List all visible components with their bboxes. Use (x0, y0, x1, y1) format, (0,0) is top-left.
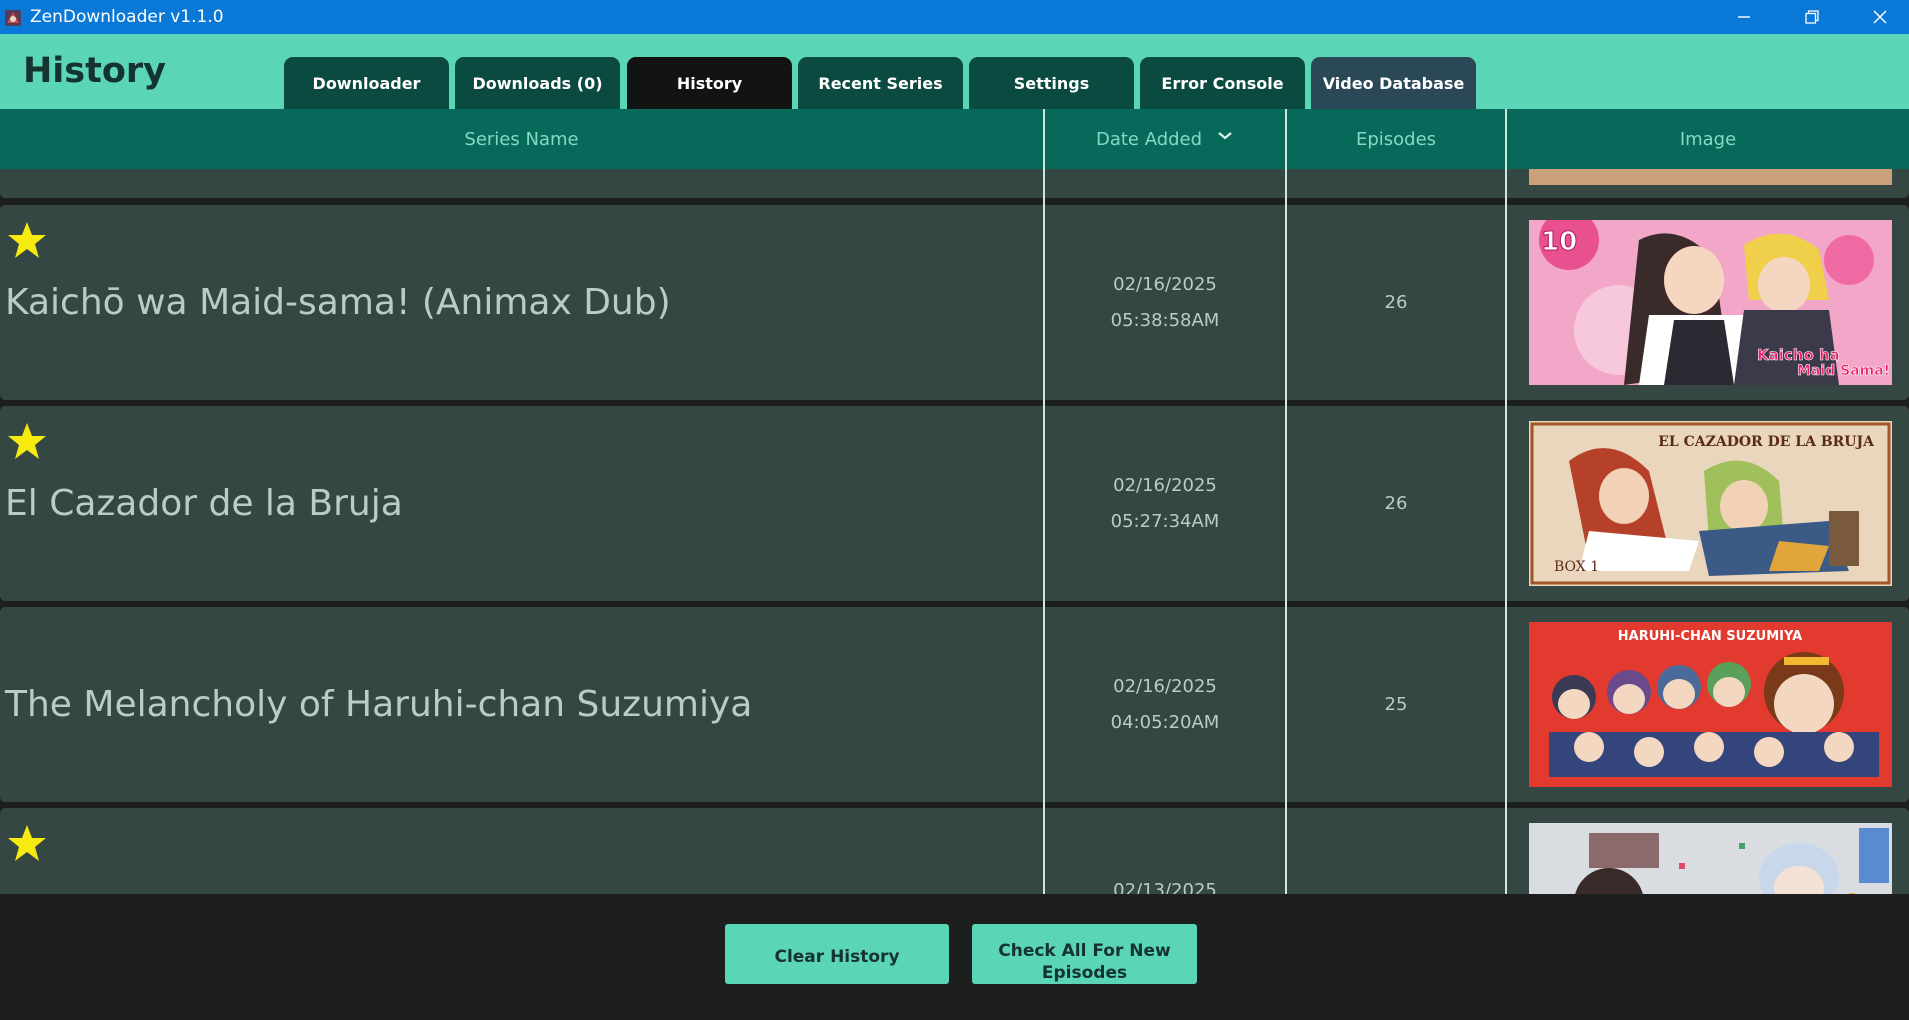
svg-text:Maid Sama!: Maid Sama! (1797, 363, 1890, 379)
svg-text:10: 10 (1541, 227, 1577, 257)
close-button[interactable] (1846, 0, 1909, 34)
column-divider (1285, 109, 1287, 169)
favorite-star-icon[interactable] (7, 823, 47, 863)
series-cover-image (1529, 823, 1892, 894)
svg-text:Kaicho ha: Kaicho ha (1757, 346, 1840, 364)
series-cover-image (1529, 169, 1892, 185)
episode-count: 25 (1384, 694, 1408, 715)
date-added-cell: 02/16/2025 04:05:20AM (1045, 607, 1285, 802)
table-row[interactable]: El Cazador de la Bruja 02/16/2025 05:27:… (0, 406, 1909, 601)
series-name: The Melancholy of Haruhi-chan Suzumiya (5, 684, 753, 725)
table-row[interactable]: 02/13/2025 (0, 808, 1909, 894)
date-added-time: 05:27:34AM (1110, 510, 1220, 532)
table-row[interactable] (0, 169, 1909, 198)
close-icon (1873, 10, 1887, 24)
window-title: ZenDownloader v1.1.0 (30, 7, 224, 27)
column-divider (1505, 169, 1507, 894)
table-header: Series Name Date Added Episodes Image (0, 109, 1909, 169)
restore-button[interactable] (1778, 0, 1846, 34)
tab-downloader[interactable]: Downloader (284, 57, 449, 109)
check-all-new-episodes-button[interactable]: Check All For New Episodes (972, 924, 1197, 984)
tab-video-database[interactable]: Video Database (1311, 57, 1476, 109)
tab-downloads[interactable]: Downloads (0) (455, 57, 620, 109)
check-all-label-line2: Episodes (1041, 963, 1128, 983)
app-logo-icon (5, 10, 21, 26)
tab-history[interactable]: History (627, 57, 792, 109)
series-cover-image: HARUHI-CHAN SUZUMIYA (1529, 622, 1892, 787)
clear-history-button[interactable]: Clear History (725, 924, 949, 984)
date-added-time: 04:05:20AM (1110, 711, 1220, 733)
minimize-button[interactable] (1710, 0, 1778, 34)
column-header-date-label: Date Added (1095, 128, 1203, 150)
column-header-episodes[interactable]: Episodes (1287, 109, 1505, 169)
date-added-date: 02/16/2025 (1113, 273, 1217, 295)
check-all-label-line1: Check All For New (998, 941, 1171, 961)
history-table[interactable]: Kaichō wa Maid-sama! (Animax Dub) 02/16/… (0, 169, 1909, 894)
table-row[interactable]: Kaichō wa Maid-sama! (Animax Dub) 02/16/… (0, 205, 1909, 400)
svg-text:HARUHI-CHAN SUZUMIYA: HARUHI-CHAN SUZUMIYA (1618, 629, 1802, 644)
date-added-date: 02/16/2025 (1113, 474, 1217, 496)
svg-text:EL CAZADOR DE LA BRUJA: EL CAZADOR DE LA BRUJA (1658, 434, 1875, 450)
chevron-down-icon (1218, 132, 1232, 140)
window-titlebar: ZenDownloader v1.1.0 (0, 0, 1909, 34)
app-header: History Downloader Downloads (0) History… (0, 34, 1909, 109)
series-cover-image: 10 Kaicho ha Maid Sama! (1529, 220, 1892, 385)
episode-count: 26 (1384, 292, 1408, 313)
table-row[interactable]: The Melancholy of Haruhi-chan Suzumiya 0… (0, 607, 1909, 802)
column-divider (1285, 169, 1287, 894)
column-divider (1043, 169, 1045, 894)
series-name: El Cazador de la Bruja (5, 483, 403, 524)
series-name: Kaichō wa Maid-sama! (Animax Dub) (5, 282, 671, 323)
column-header-date-added[interactable]: Date Added (1045, 109, 1285, 169)
column-divider (1043, 109, 1045, 169)
footer-bar: Clear History Check All For New Episodes (0, 894, 1909, 1020)
minimize-icon (1738, 16, 1750, 18)
date-added-time: 05:38:58AM (1110, 309, 1220, 331)
date-added-cell: 02/13/2025 (1045, 808, 1285, 894)
column-header-series-name[interactable]: Series Name (0, 109, 1043, 169)
column-divider (1505, 109, 1507, 169)
restore-icon (1805, 10, 1819, 24)
page-title: History (23, 51, 166, 91)
tab-settings[interactable]: Settings (969, 57, 1134, 109)
column-header-image: Image (1679, 128, 1737, 150)
date-added-date: 02/13/2025 (1113, 880, 1217, 894)
date-added-cell: 02/16/2025 05:27:34AM (1045, 406, 1285, 601)
tab-recent-series[interactable]: Recent Series (798, 57, 963, 109)
date-added-date: 02/16/2025 (1113, 675, 1217, 697)
date-added-cell: 02/16/2025 05:38:58AM (1045, 205, 1285, 400)
episode-count: 26 (1384, 493, 1408, 514)
series-cover-image: EL CAZADOR DE LA BRUJA BOX 1 (1529, 421, 1892, 586)
tab-error-console[interactable]: Error Console (1140, 57, 1305, 109)
svg-text:BOX 1: BOX 1 (1554, 559, 1599, 575)
